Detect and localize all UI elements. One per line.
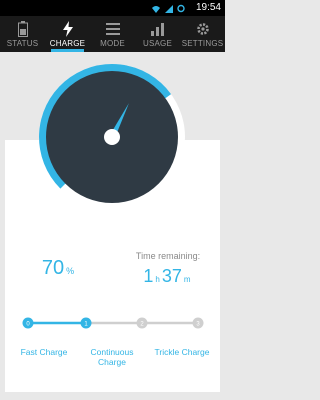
tab-settings-label: SETTINGS: [181, 39, 224, 48]
charge-percent: 70%: [0, 257, 116, 280]
battery-icon: [17, 21, 28, 37]
time-remaining-label: Time remaining:: [135, 251, 201, 261]
stage-fast-charge-label: Fast Charge: [20, 347, 68, 357]
stage-continuous-charge-label: Continuous Charge: [90, 347, 134, 367]
tab-charge-label: CHARGE: [49, 39, 86, 48]
gauge-hub: [104, 129, 120, 145]
minutes-value: 37: [161, 266, 182, 286]
clock: 19:54: [195, 2, 221, 13]
tab-status[interactable]: STATUS: [0, 16, 45, 52]
status-bar: 19:54: [0, 0, 225, 16]
time-remaining-value: 1 h 37 m: [118, 266, 218, 287]
tab-status-label: STATUS: [6, 39, 39, 48]
lightning-icon: [62, 21, 73, 37]
tab-mode-label: MODE: [100, 39, 125, 48]
tab-usage[interactable]: USAGE: [135, 16, 180, 52]
signal-icon: [165, 4, 173, 13]
tab-usage-label: USAGE: [142, 39, 172, 48]
tab-bar: STATUS CHARGE MODE USAGE SETTINGS: [0, 16, 225, 52]
charge-percent-unit: %: [66, 266, 75, 276]
charge-gauge: [39, 64, 185, 210]
hours-unit: h: [155, 275, 160, 284]
stage-trickle-charge-label: Trickle Charge: [154, 347, 210, 357]
tab-charge[interactable]: CHARGE: [45, 16, 90, 52]
gear-icon: [196, 23, 209, 35]
minutes-unit: m: [183, 275, 191, 284]
tab-mode[interactable]: MODE: [90, 16, 135, 52]
hours-value: 1: [143, 266, 154, 286]
wifi-icon: [152, 5, 160, 13]
tab-settings[interactable]: SETTINGS: [180, 16, 225, 52]
sync-icon: [177, 4, 185, 13]
status-icons: [151, 3, 185, 14]
charge-stage-stepper: 0 1 2 3: [22, 317, 204, 329]
charge-percent-value: 70: [41, 257, 65, 279]
bar-chart-icon: [150, 23, 164, 36]
list-icon: [105, 23, 120, 35]
